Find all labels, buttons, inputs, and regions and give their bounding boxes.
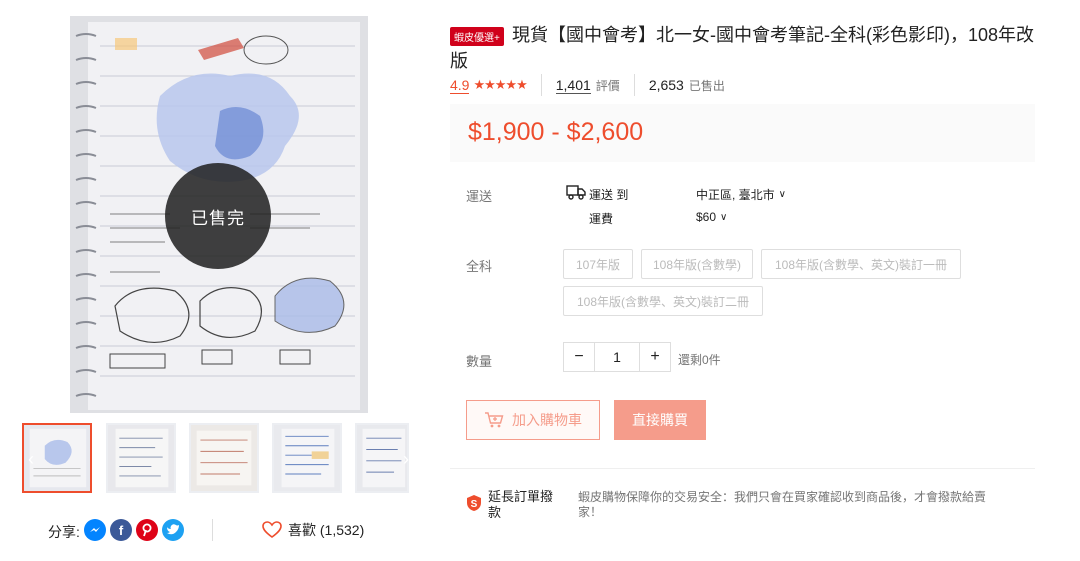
rating-row: 4.9 ★★★★★ 1,401 評價 2,653 已售出 bbox=[450, 74, 725, 96]
review-count[interactable]: 1,401 bbox=[555, 77, 591, 94]
thumbnail-4[interactable] bbox=[272, 423, 342, 493]
destination-value: 中正區, 臺北市 bbox=[696, 188, 775, 202]
share-label: 分享: bbox=[48, 524, 80, 540]
rating-value[interactable]: 4.9 bbox=[450, 77, 470, 94]
shipping-destination-dropdown[interactable]: 中正區, 臺北市 ∨ bbox=[696, 186, 786, 203]
like-button[interactable]: 喜歡 (1,532) bbox=[262, 520, 364, 540]
cart-plus-icon bbox=[485, 412, 504, 428]
thumbnail-3[interactable] bbox=[189, 423, 259, 493]
shipping-fee-value: $60 bbox=[696, 210, 717, 224]
svg-text:S: S bbox=[471, 499, 478, 510]
rating-divider bbox=[540, 74, 542, 96]
star-rating-icon: ★★★★★ bbox=[473, 77, 527, 92]
quantity-stepper: − 1 + bbox=[563, 342, 671, 372]
thumbnail-2[interactable] bbox=[106, 423, 176, 493]
share-divider bbox=[212, 519, 213, 541]
thumbnail-prev-arrow-icon[interactable]: ‹ bbox=[24, 448, 38, 470]
variation-label: 全科 bbox=[466, 259, 493, 274]
facebook-letter: f bbox=[118, 522, 124, 538]
add-to-cart-label: 加入購物車 bbox=[512, 412, 582, 428]
sold-out-overlay: 已售完 bbox=[165, 163, 271, 269]
shield-icon: S bbox=[467, 495, 481, 511]
shipping-label: 運送 bbox=[466, 189, 493, 204]
thumbnail-next-arrow-icon[interactable]: › bbox=[399, 448, 413, 470]
twitter-icon[interactable] bbox=[162, 519, 184, 541]
preferred-badge: 蝦皮優選+ bbox=[450, 27, 504, 46]
price-range: $1,900 - $2,600 bbox=[468, 118, 644, 146]
quantity-increment-button[interactable]: + bbox=[640, 343, 670, 371]
product-title: 現貨【國中會考】北一女-國中會考筆記-全科(彩色影印)，108年改版 bbox=[450, 25, 1035, 71]
thumbnail-image bbox=[108, 425, 174, 491]
sold-count: 2,653 bbox=[648, 77, 684, 93]
thumbnail-image bbox=[191, 425, 257, 491]
heart-outline-icon bbox=[262, 521, 282, 538]
shipping-fee-label: 運費 bbox=[589, 212, 614, 226]
ship-to-label: 運送 到 bbox=[589, 188, 629, 202]
facebook-icon[interactable]: f bbox=[110, 519, 132, 541]
quantity-decrement-button[interactable]: − bbox=[564, 343, 594, 371]
guarantee-text: 蝦皮購物保障你的交易安全：我們只會在買家確認收到商品後，才會撥款給賣家！ bbox=[578, 490, 987, 519]
chevron-down-icon: ∨ bbox=[778, 189, 786, 200]
review-label: 評價 bbox=[595, 78, 620, 93]
add-to-cart-button[interactable]: 加入購物車 bbox=[466, 400, 600, 440]
variation-option[interactable]: 108年版(含數學、英文)裝訂二冊 bbox=[563, 286, 763, 316]
guarantee-title: 延長訂單撥款 bbox=[488, 489, 554, 520]
like-count-label: 喜歡 (1,532) bbox=[288, 522, 365, 538]
buy-now-button[interactable]: 直接購買 bbox=[614, 400, 706, 440]
shipping-fee-dropdown[interactable]: $60 ∨ bbox=[696, 210, 727, 224]
quantity-input[interactable]: 1 bbox=[594, 343, 640, 371]
variation-option[interactable]: 108年版(含數學) bbox=[641, 249, 753, 279]
quantity-label: 數量 bbox=[466, 354, 493, 369]
chevron-down-icon: ∨ bbox=[720, 211, 728, 223]
variation-option[interactable]: 108年版(含數學、英文)裝訂一冊 bbox=[761, 249, 961, 279]
messenger-icon[interactable] bbox=[84, 519, 106, 541]
section-divider bbox=[450, 468, 1035, 469]
thumbnail-image bbox=[274, 425, 340, 491]
sold-divider bbox=[633, 74, 635, 96]
sold-label: 已售出 bbox=[688, 78, 725, 93]
variation-option[interactable]: 107年版 bbox=[563, 249, 633, 279]
pinterest-icon[interactable] bbox=[136, 519, 158, 541]
stock-remaining: 還剩0件 bbox=[678, 353, 721, 367]
truck-icon bbox=[566, 185, 586, 200]
